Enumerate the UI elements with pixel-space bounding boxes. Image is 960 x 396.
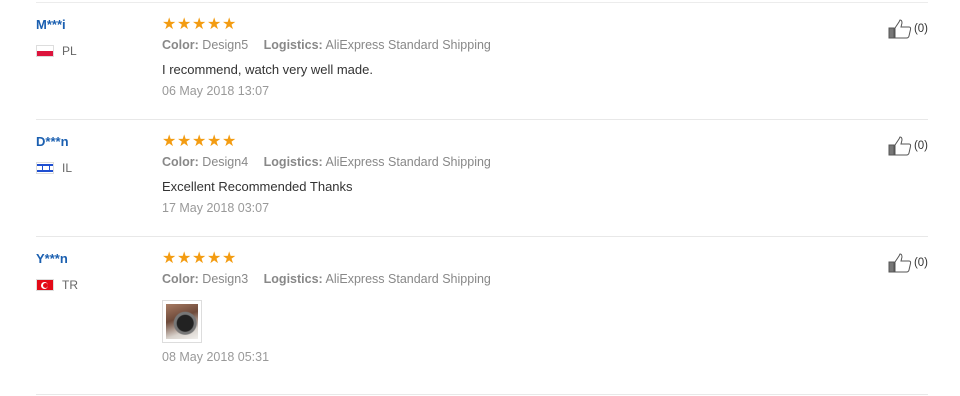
review-photo-thumbnail[interactable]: [162, 300, 202, 343]
logistics-label: Logistics:: [263, 38, 323, 52]
review-item: D***n IL ★ ★ ★ ★ ★ Color: Design4 Logistics:…: [36, 120, 928, 237]
reviewer-country: PL: [36, 44, 77, 58]
helpful-button[interactable]: (0): [888, 19, 928, 39]
review-text: I recommend, watch very well made.: [162, 62, 373, 77]
star-icon: ★: [177, 133, 192, 150]
color-label: Color:: [162, 272, 199, 286]
review-content: ★ ★ ★ ★ ★ Color: Design3 Logistics: AliExpre…: [162, 249, 503, 364]
thumbs-up-icon[interactable]: [888, 253, 912, 273]
logistics-label: Logistics:: [263, 155, 323, 169]
reviewer-name: D***n: [36, 134, 69, 149]
logistics-value: AliExpress Standard Shipping: [325, 155, 491, 169]
israel-flag-icon: [36, 162, 54, 174]
thumbs-up-icon[interactable]: [888, 136, 912, 156]
country-code: IL: [62, 161, 73, 175]
star-icon: ★: [207, 16, 222, 33]
review-meta: Color: Design3 Logistics: AliExpress Sta…: [162, 272, 503, 286]
star-icon: ★: [192, 16, 207, 33]
star-icon: ★: [222, 133, 237, 150]
country-code: PL: [62, 44, 77, 58]
watch-photo[interactable]: [166, 304, 198, 339]
reviewer-info: D***n IL: [36, 134, 72, 175]
star-rating: ★ ★ ★ ★ ★: [162, 132, 503, 152]
star-icon: ★: [207, 250, 222, 267]
color-label: Color:: [162, 38, 199, 52]
star-rating: ★ ★ ★ ★ ★: [162, 249, 503, 269]
poland-flag-icon: [36, 45, 54, 57]
helpful-count: (0): [913, 257, 928, 269]
logistics-value: AliExpress Standard Shipping: [325, 38, 491, 52]
helpful-count: (0): [913, 23, 928, 35]
logistics-label: Logistics:: [263, 272, 323, 286]
review-meta: Color: Design5 Logistics: AliExpress Sta…: [162, 38, 503, 52]
logistics-value: AliExpress Standard Shipping: [325, 272, 491, 286]
star-icon: ★: [162, 16, 177, 33]
turkey-flag-icon: [36, 279, 54, 291]
review-date: 06 May 2018 13:07: [162, 84, 270, 98]
review-item: Y***n TR ★ ★ ★ ★ ★ Color: Design3 Logistics:…: [36, 237, 928, 395]
color-value: Design3: [202, 272, 249, 286]
review-content: ★ ★ ★ ★ ★ Color: Design5 Logistics: AliExpre…: [162, 15, 503, 98]
reviewer-country: IL: [36, 161, 72, 175]
helpful-button[interactable]: (0): [888, 253, 928, 273]
star-icon: ★: [177, 250, 192, 267]
review-text: Excellent Recommended Thanks: [162, 179, 353, 194]
review-item: M***i PL ★ ★ ★ ★ ★ Color: Design5 Logistics:…: [36, 3, 928, 120]
star-icon: ★: [192, 250, 207, 267]
star-icon: ★: [192, 133, 207, 150]
star-icon: ★: [162, 133, 177, 150]
star-icon: ★: [207, 133, 222, 150]
reviewer-info: Y***n TR: [36, 251, 78, 292]
star-rating: ★ ★ ★ ★ ★: [162, 15, 503, 35]
review-date: 17 May 2018 03:07: [162, 201, 270, 215]
reviewer-info: M***i PL: [36, 17, 77, 58]
color-label: Color:: [162, 155, 199, 169]
review-content: ★ ★ ★ ★ ★ Color: Design4 Logistics: AliExpre…: [162, 132, 503, 215]
star-icon: ★: [222, 250, 237, 267]
country-code: TR: [62, 278, 78, 292]
helpful-count: (0): [913, 140, 928, 152]
color-value: Design4: [202, 155, 249, 169]
reviewer-country: TR: [36, 278, 78, 292]
review-meta: Color: Design4 Logistics: AliExpress Sta…: [162, 155, 503, 169]
review-date: 08 May 2018 05:31: [162, 350, 270, 364]
star-icon: ★: [162, 250, 177, 267]
color-value: Design5: [202, 38, 249, 52]
star-icon: ★: [222, 16, 237, 33]
reviewer-name: M***i: [36, 17, 66, 32]
reviewer-name: Y***n: [36, 251, 68, 266]
helpful-button[interactable]: (0): [888, 136, 928, 156]
thumbs-up-icon[interactable]: [888, 19, 912, 39]
star-icon: ★: [177, 16, 192, 33]
